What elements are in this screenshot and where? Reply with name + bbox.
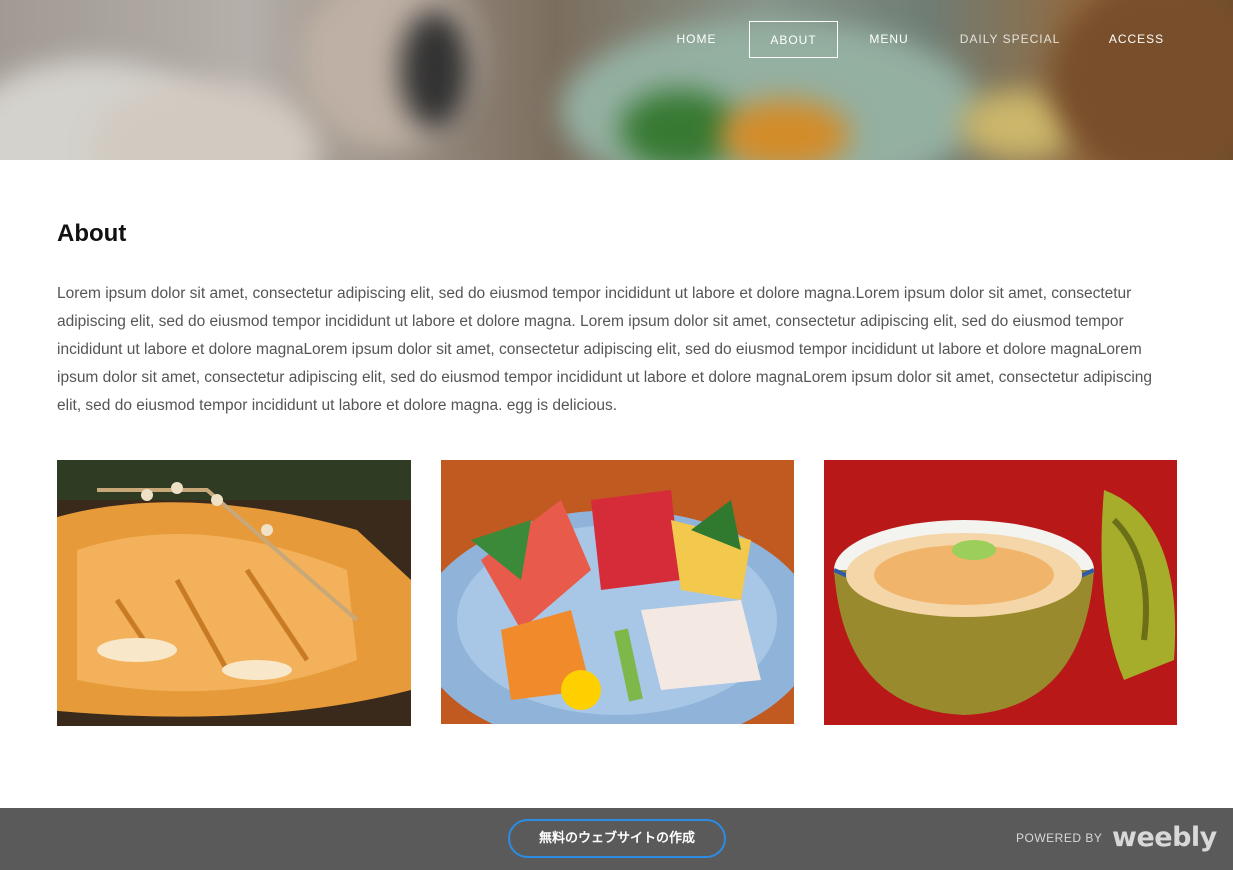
tamagoyaki-photo — [57, 460, 411, 726]
nav-home[interactable]: HOME — [649, 21, 744, 58]
sashimi-photo — [441, 460, 794, 724]
about-paragraph: Lorem ipsum dolor sit amet, consectetur … — [57, 285, 1153, 414]
footer-bar: 無料のウェブサイトの作成 POWERED BY weebly — [0, 808, 1233, 870]
powered-by-label: POWERED BY — [1016, 831, 1103, 845]
create-free-website-button[interactable]: 無料のウェブサイトの作成 — [508, 819, 726, 858]
page-title: About — [57, 220, 127, 247]
weebly-logo[interactable]: weebly — [1112, 822, 1217, 853]
nav-about[interactable]: ABOUT — [749, 21, 838, 58]
nav-menu[interactable]: MENU — [838, 21, 940, 58]
nav-access[interactable]: ACCESS — [1080, 21, 1193, 58]
main-nav: HOME ABOUT MENU DAILY SPECIAL ACCESS — [649, 21, 1233, 58]
header-banner-image: HOME ABOUT MENU DAILY SPECIAL ACCESS — [0, 0, 1233, 160]
nav-daily-special[interactable]: DAILY SPECIAL — [940, 21, 1080, 58]
uni-donburi-photo — [824, 460, 1177, 725]
